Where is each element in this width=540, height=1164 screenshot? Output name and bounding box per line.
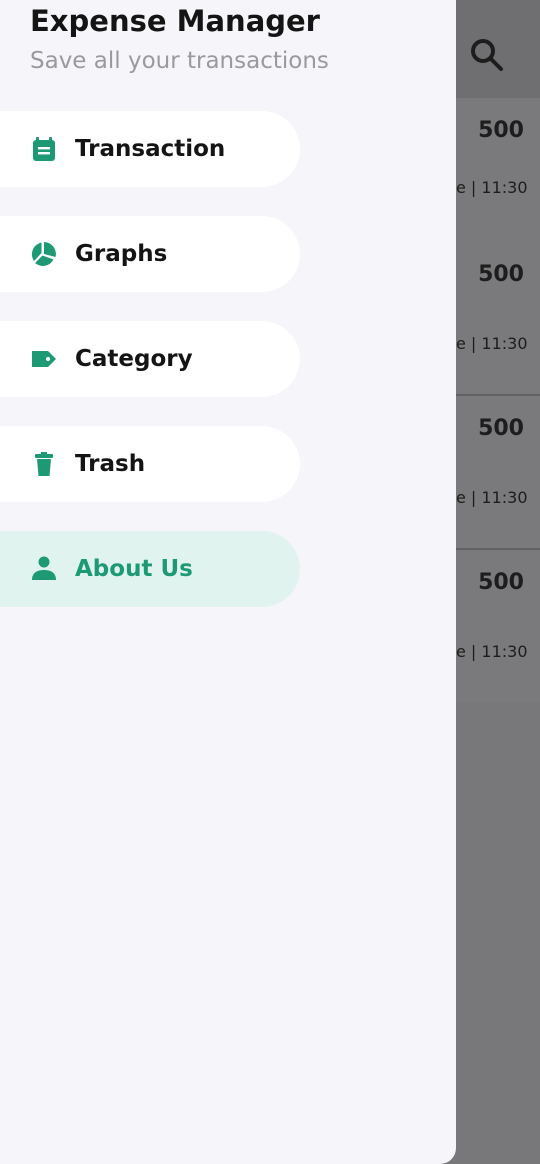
calendar-icon	[30, 135, 58, 163]
transaction-card[interactable]: 500 e | 11:30	[456, 550, 540, 702]
menu-item-label: Graphs	[75, 241, 168, 267]
menu-item-transaction[interactable]: Transaction	[0, 111, 300, 187]
app-subtitle: Save all your transactions	[30, 48, 329, 74]
menu-item-category[interactable]: Category	[0, 321, 300, 397]
pie-chart-icon	[30, 240, 58, 268]
menu-item-label: Transaction	[75, 136, 226, 162]
navigation-drawer: Expense Manager Save all your transactio…	[0, 0, 456, 1164]
menu-item-about-us[interactable]: About Us	[0, 531, 300, 607]
menu-item-label: Category	[75, 346, 193, 372]
search-icon[interactable]	[466, 34, 506, 74]
menu-item-label: About Us	[75, 556, 193, 582]
app-title: Expense Manager	[30, 4, 320, 38]
transaction-amount: 500	[478, 118, 524, 143]
transaction-amount: 500	[478, 262, 524, 287]
transaction-amount: 500	[478, 416, 524, 441]
trash-icon	[30, 450, 58, 478]
transaction-card[interactable]: 500 e | 11:30	[456, 396, 540, 550]
transaction-card[interactable]: 500 e | 11:30	[456, 242, 540, 396]
menu-item-trash[interactable]: Trash	[0, 426, 300, 502]
transaction-time: e | 11:30	[456, 488, 528, 507]
transaction-card[interactable]: 500 e | 11:30	[456, 98, 540, 252]
transaction-time: e | 11:30	[456, 178, 528, 197]
person-icon	[30, 555, 58, 583]
transaction-time: e | 11:30	[456, 334, 528, 353]
menu-item-graphs[interactable]: Graphs	[0, 216, 300, 292]
menu-item-label: Trash	[75, 451, 146, 477]
transaction-time: e | 11:30	[456, 642, 528, 661]
transaction-amount: 500	[478, 570, 524, 595]
tag-icon	[30, 345, 58, 373]
